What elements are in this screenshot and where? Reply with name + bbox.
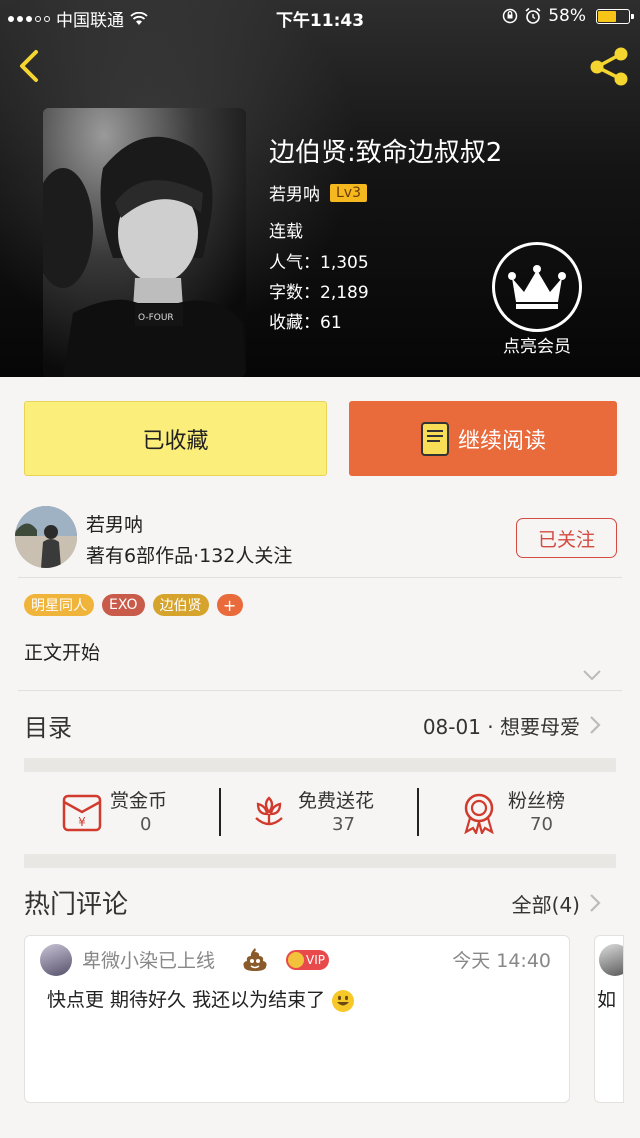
add-tag-button[interactable]: + bbox=[216, 594, 243, 616]
commenter-avatar[interactable] bbox=[599, 944, 623, 976]
favorites-count: 收藏：61 bbox=[269, 313, 342, 333]
flower-icon bbox=[255, 796, 283, 826]
stat-label: 免费送花 bbox=[298, 790, 375, 812]
popularity-count: 人气：1,305 bbox=[269, 253, 369, 273]
divider bbox=[18, 577, 622, 578]
chevron-right-icon bbox=[590, 716, 601, 734]
chevron-left-icon bbox=[20, 50, 38, 82]
svg-text:O-FOUR: O-FOUR bbox=[138, 313, 174, 323]
avatar-image bbox=[15, 506, 77, 568]
book-status: 连载 bbox=[269, 222, 303, 242]
tag-item[interactable]: 边伯贤 bbox=[152, 594, 209, 616]
book-cover-image[interactable]: O-FOUR bbox=[43, 108, 246, 377]
tag-item[interactable]: EXO bbox=[102, 594, 145, 616]
rotation-lock-icon bbox=[502, 8, 518, 24]
section-separator bbox=[24, 758, 616, 772]
share-icon bbox=[590, 47, 628, 86]
stat-label: 赏金币 bbox=[110, 790, 168, 812]
svg-text:¥: ¥ bbox=[78, 815, 86, 829]
status-right: 58% bbox=[502, 6, 634, 26]
hot-comments-title: 热门评论 bbox=[24, 890, 129, 920]
section-separator bbox=[24, 854, 616, 868]
alarm-icon bbox=[525, 7, 541, 24]
stat-value: 37 bbox=[332, 814, 355, 835]
smile-emoji-icon bbox=[332, 989, 355, 1012]
poop-emoji-icon bbox=[243, 948, 267, 971]
table-of-contents-row[interactable]: 目录 08-01 · 想要母爱 bbox=[0, 692, 640, 756]
crown-icon bbox=[508, 265, 566, 309]
battery-percent: 58% bbox=[548, 6, 586, 26]
favorite-label: 已收藏 bbox=[142, 428, 209, 454]
fan-ranking-stat[interactable]: 粉丝榜 70 bbox=[460, 786, 590, 840]
divider bbox=[18, 690, 622, 691]
comment-body: 快点更 期待好久 我还以为结束了 bbox=[47, 989, 326, 1011]
follow-label: 已关注 bbox=[537, 528, 595, 551]
author-card-stats: 著有6部作品·132人关注 bbox=[86, 545, 293, 567]
follow-button[interactable]: 已关注 bbox=[516, 518, 617, 558]
vip-badge-label: VIP bbox=[306, 953, 325, 967]
stat-value: 0 bbox=[140, 814, 152, 835]
stat-divider bbox=[219, 788, 221, 836]
author-avatar[interactable] bbox=[15, 506, 77, 568]
vip-label[interactable]: 点亮会员 bbox=[478, 332, 596, 357]
red-envelope-icon: ¥ bbox=[62, 794, 102, 832]
commenter-name[interactable]: 卑微小染已上线 bbox=[82, 946, 215, 973]
author-row[interactable]: 若男呐 Lv3 bbox=[269, 180, 367, 205]
author-name[interactable]: 若男呐 bbox=[269, 180, 320, 205]
book-header: 中国联通 下午11:43 58% O-FOUR 边伯贤:致命边叔叔2 若男呐 L… bbox=[0, 0, 640, 377]
book-icon bbox=[420, 421, 449, 456]
author-card-name[interactable]: 若男呐 bbox=[86, 510, 143, 537]
battery-icon bbox=[596, 8, 634, 24]
toc-label: 目录 bbox=[24, 714, 72, 742]
comment-card[interactable]: 如 bbox=[594, 935, 624, 1103]
stat-divider bbox=[417, 788, 419, 836]
all-comments-link[interactable]: 全部(4) bbox=[512, 889, 580, 918]
comment-text: 快点更 期待好久 我还以为结束了 bbox=[47, 985, 355, 1013]
favorite-button[interactable]: 已收藏 bbox=[24, 401, 327, 476]
comment-text: 如 bbox=[597, 989, 617, 1011]
word-count: 字数：2,189 bbox=[269, 283, 369, 303]
reward-coins-stat[interactable]: ¥ 赏金币 0 bbox=[62, 786, 212, 840]
status-bar: 中国联通 下午11:43 58% bbox=[0, 0, 640, 34]
comment-time: 今天 14:40 bbox=[452, 950, 551, 972]
tag-list: 明星同人 EXO 边伯贤 + bbox=[24, 594, 243, 616]
vip-badge: VIP bbox=[286, 950, 329, 970]
medal-icon bbox=[464, 793, 494, 834]
share-button[interactable] bbox=[586, 46, 632, 86]
stat-label: 粉丝榜 bbox=[508, 790, 566, 812]
expand-chevron-icon[interactable] bbox=[582, 668, 602, 682]
vip-crown-icon bbox=[288, 952, 304, 968]
commenter-avatar[interactable] bbox=[40, 944, 72, 976]
book-intro: 正文开始 bbox=[24, 642, 101, 664]
continue-reading-button[interactable]: 继续阅读 bbox=[349, 401, 617, 476]
free-flowers-stat[interactable]: 免费送花 37 bbox=[250, 786, 400, 840]
back-button[interactable] bbox=[12, 46, 48, 86]
continue-reading-label: 继续阅读 bbox=[457, 428, 546, 454]
vip-membership-button[interactable] bbox=[492, 242, 582, 332]
level-badge: Lv3 bbox=[330, 183, 367, 202]
chevron-right-icon[interactable] bbox=[588, 892, 602, 914]
tag-item[interactable]: 明星同人 bbox=[24, 594, 94, 616]
cover-portrait: O-FOUR bbox=[43, 108, 246, 377]
comment-card[interactable]: 卑微小染已上线 VIP 今天 14:40 快点更 期待好久 我还以为结束了 bbox=[24, 935, 570, 1103]
stat-value: 70 bbox=[530, 814, 553, 835]
book-title: 边伯贤:致命边叔叔2 bbox=[269, 138, 503, 168]
latest-chapter: 08-01 · 想要母爱 bbox=[422, 715, 580, 739]
